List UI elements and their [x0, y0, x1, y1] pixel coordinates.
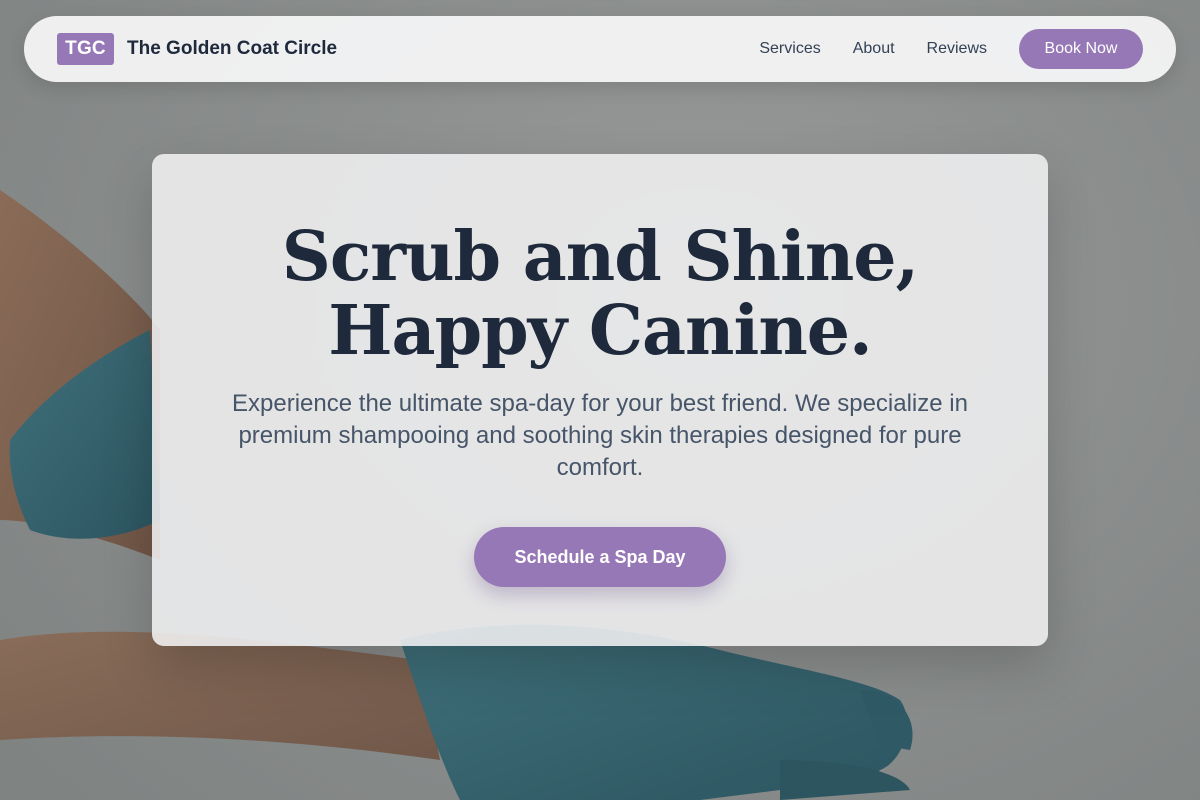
hero-title-line-1: Scrub and Shine, — [281, 217, 919, 297]
hero-title-line-2: Happy Canine. — [328, 291, 872, 371]
logo-badge[interactable]: TGC — [57, 33, 114, 65]
brand-name[interactable]: The Golden Coat Circle — [127, 38, 337, 60]
hero-title: Scrub and Shine, Happy Canine. — [152, 220, 1048, 368]
hero-card: Scrub and Shine, Happy Canine. Experienc… — [152, 154, 1048, 646]
book-now-button[interactable]: Book Now — [1019, 29, 1143, 69]
nav-link-about[interactable]: About — [853, 40, 895, 58]
nav-link-services[interactable]: Services — [759, 40, 820, 58]
hero-subtitle: Experience the ultimate spa-day for your… — [232, 390, 968, 481]
nav-links: Services About Reviews Book Now — [759, 29, 1143, 69]
nav-link-reviews[interactable]: Reviews — [927, 40, 987, 58]
schedule-spa-day-button[interactable]: Schedule a Spa Day — [474, 527, 726, 587]
top-navigation: TGC The Golden Coat Circle Services Abou… — [24, 16, 1176, 82]
